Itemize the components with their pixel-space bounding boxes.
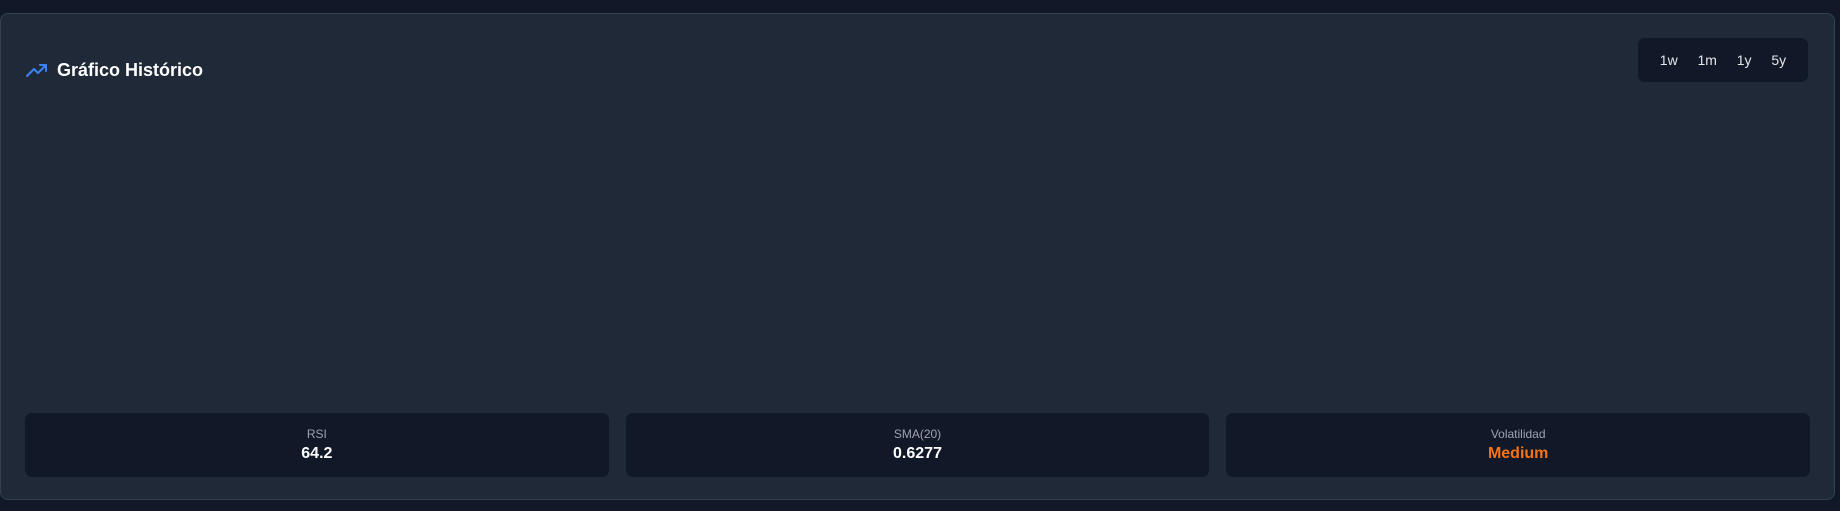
stat-label: SMA(20) [893, 427, 942, 441]
period-button-1m[interactable]: 1m [1692, 46, 1723, 74]
stat-volatility: Volatilidad Medium [1226, 413, 1811, 477]
historical-chart-card: Gráfico Histórico 1w 1m 1y 5y RSI 64.2 S… [0, 13, 1835, 500]
period-button-1w[interactable]: 1w [1654, 46, 1684, 74]
chart-area [25, 104, 1810, 404]
stat-label: Volatilidad [1490, 427, 1546, 441]
stat-sma: SMA(20) 0.6277 [625, 413, 1210, 477]
card-header: Gráfico Histórico [25, 58, 203, 82]
stat-value: 64.2 [301, 445, 333, 462]
card-title: Gráfico Histórico [57, 59, 204, 80]
stat-value: Medium [1487, 445, 1549, 462]
stats-row: RSI 64.2 SMA(20) 0.6277 Volatilidad Medi… [25, 413, 1811, 477]
period-button-5y[interactable]: 5y [1765, 46, 1792, 74]
period-selector: 1w 1m 1y 5y [1638, 38, 1808, 82]
stat-rsi: RSI 64.2 [25, 413, 609, 477]
stat-label: RSI [306, 427, 327, 441]
stat-value: 0.6277 [893, 445, 942, 462]
trending-up-icon [25, 58, 49, 82]
period-button-1y[interactable]: 1y [1731, 46, 1758, 74]
